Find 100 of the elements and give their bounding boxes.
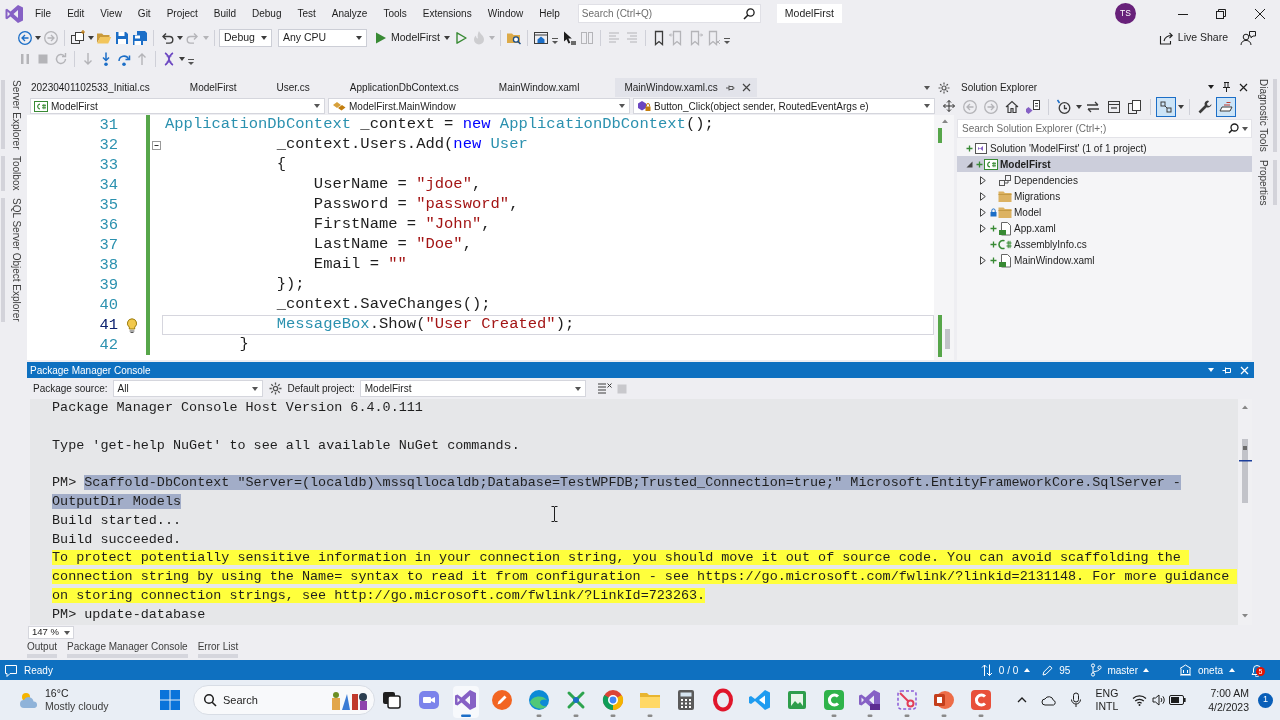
new-window-icon[interactable] [70,30,86,46]
save-icon[interactable] [114,30,130,46]
caret-icon[interactable] [177,36,183,40]
member-dropdown[interactable]: Button_Click(object sender, RoutedEventArgs e) [633,98,935,114]
menu-item[interactable]: Tools [375,6,415,21]
search-field[interactable]: Search (Ctrl+Q) [577,4,761,23]
menu-item[interactable]: Analyze [323,6,376,21]
notification-count[interactable]: 1 [1258,692,1273,708]
editor-tab[interactable]: ApplicationDbContext.cs [345,78,495,97]
play-outline-icon[interactable] [453,30,469,46]
tree-item[interactable]: AssemblyInfo.cs [957,236,1252,252]
menu-item[interactable]: Test [289,6,324,21]
lightbulb-icon[interactable] [125,317,138,333]
caret-up-icon[interactable] [1142,668,1149,672]
battery-icon[interactable] [1169,695,1186,705]
cloud-icon[interactable] [1041,694,1057,706]
caret-up-icon[interactable] [1024,668,1031,672]
side-tab[interactable]: Properties [1256,159,1277,206]
caret-icon[interactable] [88,36,94,40]
close-icon[interactable] [1239,82,1248,92]
undo-icon[interactable] [159,30,175,46]
menu-item[interactable]: Debug [244,6,290,21]
logo-document-icon[interactable] [1023,97,1043,117]
account-avatar[interactable]: TS [1115,3,1136,24]
edit-count[interactable]: 95 [1059,662,1071,678]
caret-icon[interactable] [1242,126,1248,131]
default-project-dropdown[interactable]: ModelFirst [359,380,586,397]
menu-item[interactable]: Extensions [414,6,480,21]
tree-item[interactable]: Model [957,204,1252,220]
window-home-icon[interactable] [533,30,549,46]
editor-tab[interactable]: MainWindow.xaml [494,78,616,97]
pointer-icon[interactable] [561,30,577,46]
collapse-arrow-icon[interactable] [965,160,973,168]
tree-item[interactable]: ModelFirst [957,156,1252,172]
caret-icon[interactable] [619,104,625,108]
microphone-icon[interactable] [1070,692,1082,708]
caret-icon[interactable] [924,104,930,108]
menu-item[interactable]: Build [205,6,244,21]
expand-arrow-icon[interactable] [980,191,986,201]
taskbar-search-field[interactable]: Search [193,685,375,715]
editor-tab[interactable]: User.cs [272,78,346,97]
tree-item[interactable]: MainWindow.xaml [957,252,1252,268]
weather-temperature[interactable]: 16°C [45,687,109,700]
menu-item[interactable]: Help [531,6,568,21]
project-dropdown[interactable]: ModelFirst [30,98,325,114]
tree-item[interactable]: Solution 'ModelFirst' (1 of 1 project) [957,140,1252,156]
editor-tab[interactable]: MainWindow.xaml.cs [615,78,757,97]
lines-cross-icon[interactable] [596,382,612,395]
editor-tab[interactable]: ModelFirst [185,78,273,97]
branch-name[interactable]: master [1107,662,1138,678]
zoom-dropdown[interactable]: 147 % [28,626,74,639]
settings-icon[interactable] [268,382,282,395]
pin-icon[interactable] [1222,82,1231,92]
menu-item[interactable]: View [92,6,130,21]
back-icon[interactable] [17,30,33,46]
menu-item[interactable]: Git [129,6,159,21]
expand-arrow-icon[interactable] [980,223,986,233]
sync-counter[interactable]: 0 / 0 [998,662,1019,678]
person-speech-icon[interactable] [1240,30,1256,46]
package-source-dropdown[interactable]: All [112,380,263,397]
caret-icon[interactable] [1178,105,1184,109]
tree-item[interactable]: App.xaml [957,220,1252,236]
input-language[interactable]: ENG [1095,687,1119,700]
caret-icon[interactable] [251,386,258,391]
caret-icon[interactable] [1208,85,1214,89]
caret-icon[interactable] [1076,105,1082,109]
caret-icon[interactable] [444,36,450,40]
platform-dropdown[interactable]: Any CPU [278,29,367,47]
close-icon[interactable] [1255,8,1265,19]
side-tab[interactable]: Server Explorer [1,80,23,150]
clock-time[interactable]: 7:00 AM [1210,686,1249,700]
menu-item[interactable]: Window [479,6,532,21]
collapse-icon[interactable] [151,140,161,150]
caret-icon[interactable] [574,386,581,391]
linked-squares-icon[interactable] [1156,97,1176,117]
type-dropdown[interactable]: ModelFirst.MainWindow [328,98,630,114]
side-tab[interactable]: Diagnostic Tools [1256,79,1277,152]
four-squares-icon[interactable] [158,688,182,712]
caret-icon[interactable] [35,36,41,40]
restore-icon[interactable] [1216,8,1226,19]
menu-item[interactable]: Project [158,6,206,21]
four-arrows-icon[interactable] [943,100,955,112]
expand-arrow-icon[interactable] [980,207,986,217]
save-all-icon[interactable] [132,30,148,46]
ribbon-logo-icon[interactable] [452,686,479,718]
caret-icon[interactable] [314,104,320,108]
menu-item[interactable]: Edit [59,6,93,21]
weather-condition[interactable]: Mostly cloudy [45,700,109,713]
side-tab[interactable]: Toolbox [1,156,23,191]
editor-tab[interactable]: 20230401102533_Initial.cs [27,78,186,97]
search-field[interactable]: Search Solution Explorer (Ctrl+;) [957,119,1252,138]
wifi-icon[interactable] [1132,694,1147,706]
caret-icon[interactable] [261,36,267,40]
speaker-icon[interactable] [1152,694,1165,706]
caret-icon[interactable] [179,57,185,61]
caret-icon[interactable] [924,85,930,90]
repository-name[interactable]: oneta [1197,662,1223,678]
tray-icon[interactable] [1216,97,1236,117]
caret-icon[interactable] [64,630,70,635]
search-icon[interactable] [1228,123,1239,134]
